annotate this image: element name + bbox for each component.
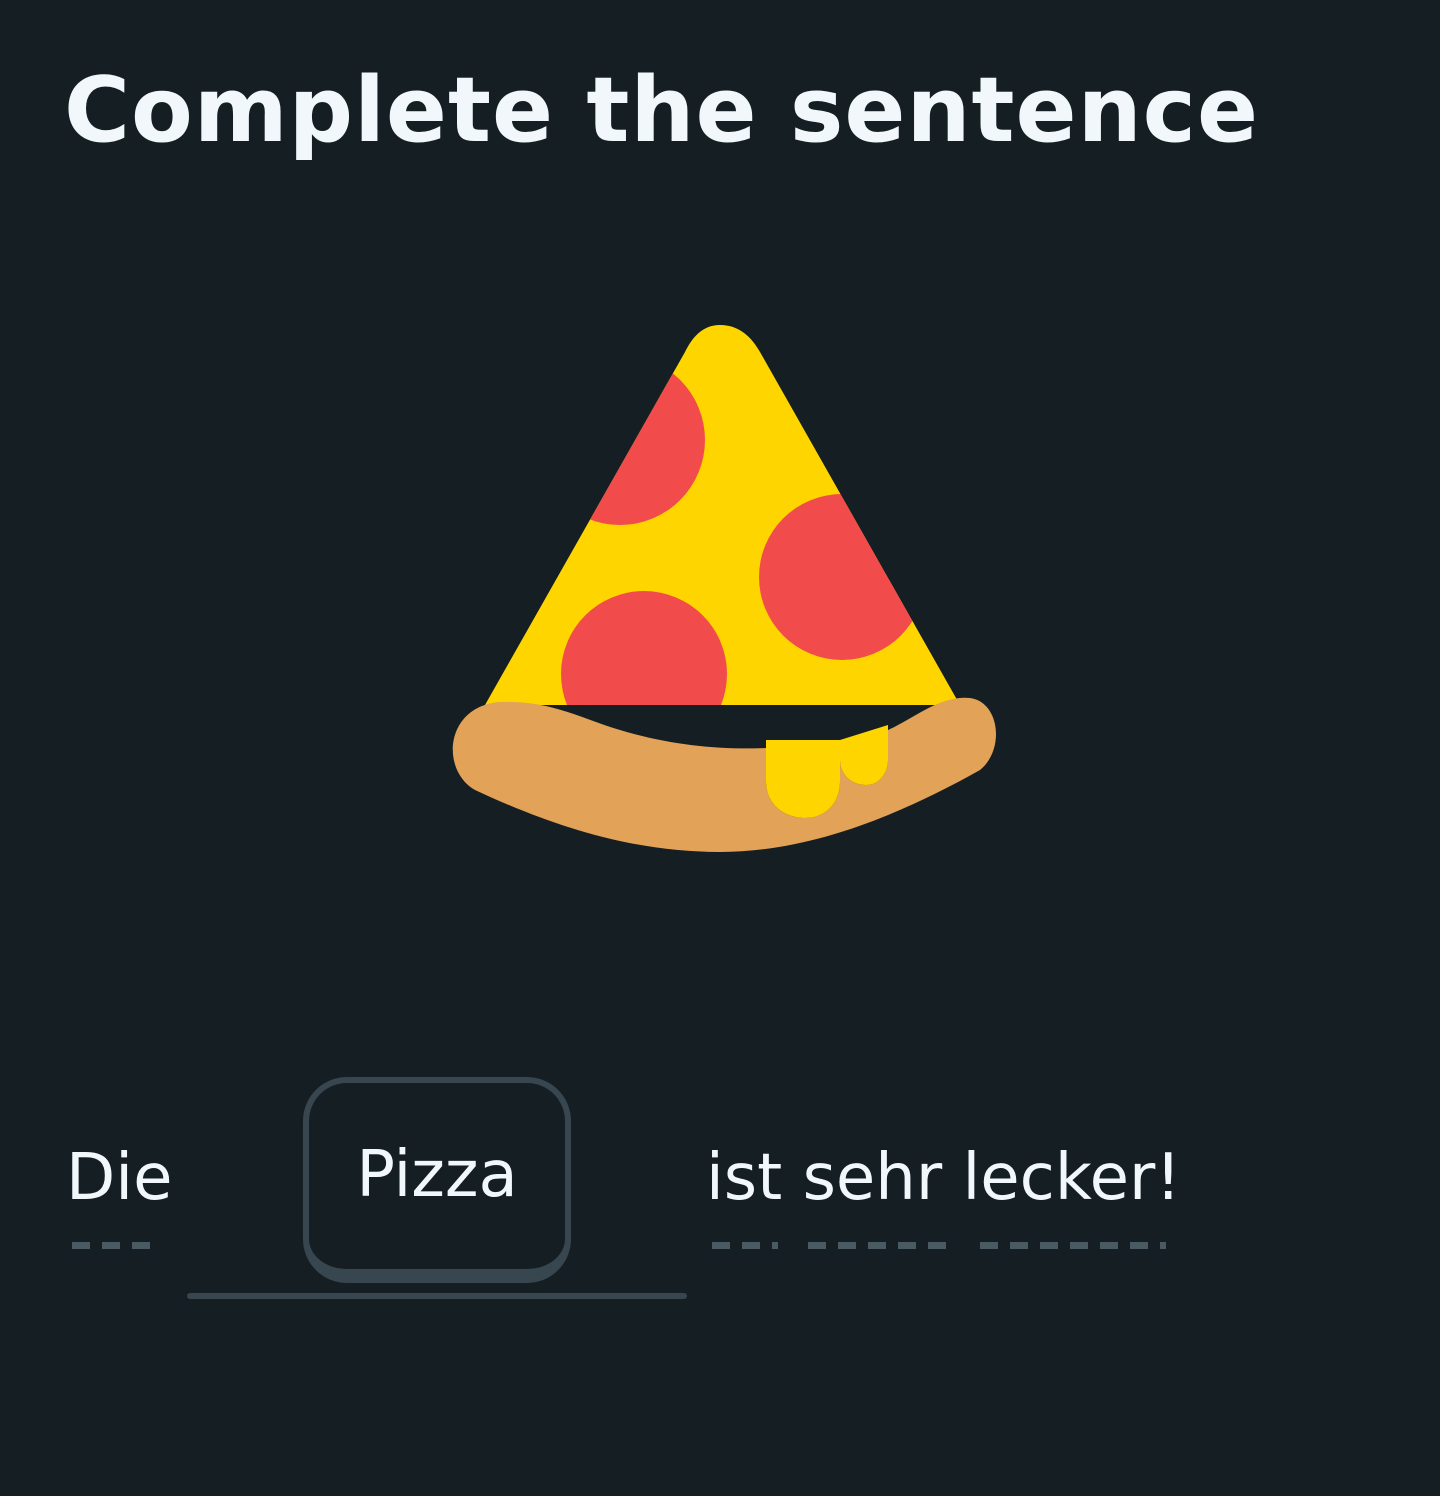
word-underline-lecker xyxy=(980,1242,1166,1249)
sentence-word-die: Die xyxy=(66,1141,173,1215)
word-underline-sehr xyxy=(808,1242,946,1249)
pizza-slice-icon xyxy=(440,320,1000,860)
answer-blank-line xyxy=(187,1293,687,1299)
word-underline-ist xyxy=(712,1242,778,1249)
word-underline-die xyxy=(72,1242,162,1249)
sentence-words-after: ist sehr lecker! xyxy=(706,1141,1181,1215)
answer-choice-button[interactable]: Pizza xyxy=(303,1077,571,1283)
page-title: Complete the sentence xyxy=(64,58,1260,163)
answer-choice-label: Pizza xyxy=(356,1138,518,1212)
